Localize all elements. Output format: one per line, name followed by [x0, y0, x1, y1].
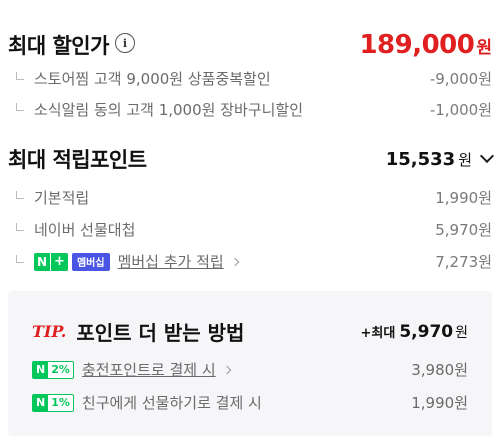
naver-n-icon: N	[33, 394, 49, 411]
tip-label: TIP.	[32, 322, 67, 341]
tip-title: 포인트 더 받는 방법	[76, 321, 245, 345]
naver-n-icon: N	[33, 361, 49, 378]
tip-link[interactable]: 충전포인트로 결제 시	[82, 359, 216, 380]
points-unit: 원	[458, 150, 472, 169]
npay-percent-badge: N 1%	[32, 393, 74, 412]
tip-value: 1,990원	[411, 394, 468, 412]
tip-label-text: 친구에게 선물하기로 결제 시	[81, 394, 262, 412]
max-points-title: 최대 적립포인트	[8, 148, 147, 172]
tip-box: TIP. 포인트 더 받는 방법 +최대 5,970 원 N 2% 충전포인트로 결…	[8, 291, 492, 436]
points-value: 1,990원	[435, 189, 492, 207]
discount-row: 스토어찜 고객 9,000원 상품중복할인 -9,000원	[10, 68, 492, 89]
tip-row[interactable]: N 2% 충전포인트로 결제 시 3,980원	[32, 359, 468, 380]
points-row: 기본적립 1,990원	[10, 187, 492, 208]
points-label: 네이버 선물대첩	[34, 221, 136, 239]
naver-plus-badge: N +	[34, 252, 68, 271]
membership-value: 7,273원	[435, 253, 492, 271]
max-points-header[interactable]: 최대 적립포인트 15,533 원	[8, 144, 495, 174]
naver-n-icon: N	[34, 252, 51, 271]
tip-max-value: 5,970	[399, 321, 454, 342]
membership-row[interactable]: N + 멤버십 멤버십 추가 적립 7,273원	[10, 251, 492, 272]
chevron-down-icon[interactable]	[479, 148, 495, 164]
discount-label: 스토어찜 고객 9,000원 상품중복할인	[34, 70, 271, 88]
tip-max-prefix: +최대	[360, 325, 396, 341]
tip-max-unit: 원	[455, 324, 468, 341]
max-discount-price: 189,000	[359, 30, 475, 60]
max-discount-header: 최대 할인가 i 189,000 원	[8, 30, 492, 60]
price-unit: 원	[476, 38, 492, 58]
max-points-total: 15,533	[385, 148, 456, 170]
branch-line	[16, 222, 24, 231]
membership-link[interactable]: 멤버십 추가 적립	[118, 251, 224, 272]
branch-line	[16, 71, 24, 80]
info-icon[interactable]: i	[114, 33, 135, 53]
percent-label: 2%	[48, 361, 73, 378]
percent-label: 1%	[48, 394, 73, 411]
branch-line	[16, 254, 24, 263]
discount-value: -9,000원	[429, 70, 492, 88]
npay-percent-badge: N 2%	[32, 360, 74, 379]
tip-row: N 1% 친구에게 선물하기로 결제 시 1,990원	[32, 392, 468, 413]
points-label: 기본적립	[34, 189, 90, 207]
max-discount-title: 최대 할인가	[8, 34, 109, 58]
branch-line	[16, 190, 24, 199]
discount-row: 소식알림 동의 고객 1,000원 장바구니할인 -1,000원	[10, 99, 492, 120]
discount-value: -1,000원	[429, 101, 492, 119]
plus-icon: +	[50, 252, 68, 271]
discount-label: 소식알림 동의 고객 1,000원 장바구니할인	[34, 101, 304, 119]
chevron-right-icon	[222, 365, 231, 374]
membership-badge: 멤버십	[71, 252, 110, 271]
points-value: 5,970원	[435, 221, 492, 239]
points-row: 네이버 선물대첩 5,970원	[10, 219, 492, 240]
tip-header: TIP. 포인트 더 받는 방법 +최대 5,970 원	[32, 317, 468, 346]
branch-line	[16, 102, 24, 111]
tip-value: 3,980원	[411, 361, 468, 379]
chevron-right-icon	[230, 257, 239, 266]
